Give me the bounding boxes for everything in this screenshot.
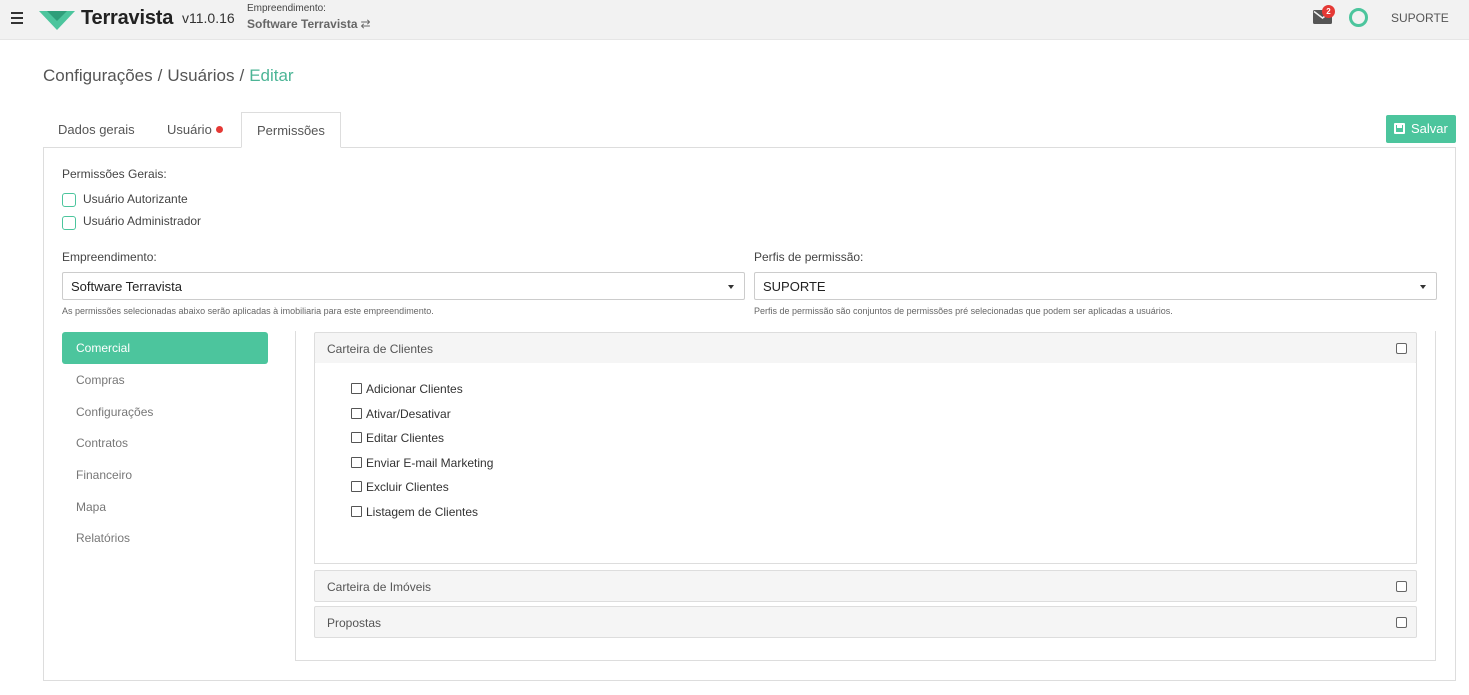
usuario-autorizante-label[interactable]: Usuário Autorizante <box>83 192 188 206</box>
app-name: Terravista <box>81 7 174 29</box>
floppy-disk-icon <box>1394 123 1405 134</box>
breadcrumb-configuracoes[interactable]: Configurações <box>43 66 153 85</box>
module-item-configuracoes[interactable]: Configurações <box>62 396 268 428</box>
tab-dados-gerais[interactable]: Dados gerais <box>43 112 150 148</box>
save-button-label: Salvar <box>1411 121 1448 136</box>
permission-enviar-email-marketing[interactable]: Enviar E-mail Marketing <box>351 456 493 470</box>
empreendimento-help-text: As permissões selecionadas abaixo serão … <box>62 306 434 316</box>
section-carteira-de-imoveis: Carteira de Imóveis <box>314 570 1417 602</box>
section-title: Propostas <box>327 616 382 630</box>
usuario-administrador-checkbox[interactable] <box>62 216 76 230</box>
breadcrumb-separator: / <box>157 66 163 85</box>
terravista-logo-icon <box>39 11 75 30</box>
empreendimento-label: Empreendimento: <box>247 3 326 14</box>
usuario-administrador-label[interactable]: Usuário Administrador <box>83 214 201 228</box>
perfil-select[interactable]: SUPORTE <box>754 272 1437 300</box>
breadcrumb-separator: / <box>239 66 245 85</box>
tab-usuario[interactable]: Usuário <box>152 112 238 148</box>
permission-ativar-desativar[interactable]: Ativar/Desativar <box>351 407 451 421</box>
section-select-all-checkbox[interactable] <box>1396 581 1407 592</box>
permission-label: Listagem de Clientes <box>366 505 479 519</box>
section-header[interactable]: Propostas <box>315 607 1416 637</box>
app-version: v11.0.16 <box>182 10 235 26</box>
module-item-compras[interactable]: Compras <box>62 364 268 396</box>
tab-label: Permissões <box>257 123 325 138</box>
permission-editar-clientes[interactable]: Editar Clientes <box>351 431 444 445</box>
section-propostas: Propostas <box>314 606 1417 638</box>
top-bar: Terravista v11.0.16 Empreendimento: Soft… <box>0 0 1469 40</box>
section-header[interactable]: Carteira de Imóveis <box>315 571 1416 601</box>
module-item-comercial[interactable]: Comercial <box>62 332 268 364</box>
empreendimento-select[interactable]: Software Terravista <box>62 272 745 300</box>
permission-excluir-clientes[interactable]: Excluir Clientes <box>351 480 449 494</box>
permission-label: Excluir Clientes <box>366 480 449 494</box>
permission-checkbox[interactable] <box>351 432 362 443</box>
permission-adicionar-clientes[interactable]: Adicionar Clientes <box>351 382 463 396</box>
permission-label: Ativar/Desativar <box>366 407 451 421</box>
empreendimento-name: Software Terravista <box>247 17 358 31</box>
empreendimento-select-value: Software Terravista <box>71 279 183 294</box>
general-permissions-title: Permissões Gerais: <box>62 167 167 181</box>
section-title: Carteira de Clientes <box>327 342 434 356</box>
permission-checkbox[interactable] <box>351 383 362 394</box>
permission-listagem-de-clientes[interactable]: Listagem de Clientes <box>351 505 478 519</box>
empreendimento-switcher[interactable]: Software Terravista ⇄ <box>247 17 371 31</box>
alert-dot-icon <box>215 126 223 133</box>
breadcrumb-current: Editar <box>249 66 294 85</box>
breadcrumb: Configurações / Usuários / Editar <box>43 66 294 86</box>
module-item-contratos[interactable]: Contratos <box>62 427 268 459</box>
permission-checkbox[interactable] <box>351 457 362 468</box>
breadcrumb-usuarios[interactable]: Usuários <box>167 66 234 85</box>
perfil-select-value: SUPORTE <box>763 279 826 294</box>
permission-checkbox[interactable] <box>351 481 362 492</box>
section-carteira-de-clientes: Carteira de Clientes <box>314 332 1417 364</box>
section-select-all-checkbox[interactable] <box>1396 617 1407 628</box>
section-title: Carteira de Imóveis <box>327 580 432 594</box>
permission-label: Adicionar Clientes <box>366 382 463 396</box>
tab-label: Dados gerais <box>58 122 135 137</box>
save-button[interactable]: Salvar <box>1386 115 1456 143</box>
section-select-all-checkbox[interactable] <box>1396 343 1407 354</box>
permission-checkbox[interactable] <box>351 506 362 517</box>
caret-down-icon <box>1420 285 1426 289</box>
module-item-mapa[interactable]: Mapa <box>62 491 268 523</box>
hamburger-icon[interactable] <box>11 12 23 24</box>
section-header[interactable]: Carteira de Clientes <box>315 333 1416 363</box>
notification-badge: 2 <box>1322 5 1335 18</box>
perfil-field-label: Perfis de permissão: <box>754 250 864 264</box>
usuario-autorizante-checkbox[interactable] <box>62 193 76 207</box>
switch-icon: ⇄ <box>360 17 371 31</box>
permission-label: Editar Clientes <box>366 431 445 445</box>
permission-label: Enviar E-mail Marketing <box>366 456 494 470</box>
online-status-icon[interactable] <box>1349 8 1368 27</box>
tab-permissoes[interactable]: Permissões <box>241 112 341 148</box>
empreendimento-field-label: Empreendimento: <box>62 250 157 264</box>
tab-label: Usuário <box>167 122 212 137</box>
module-item-relatorios[interactable]: Relatórios <box>62 522 268 554</box>
perfil-help-text: Perfis de permissão são conjuntos de per… <box>754 306 1173 316</box>
caret-down-icon <box>728 285 734 289</box>
permission-checkbox[interactable] <box>351 408 362 419</box>
user-menu[interactable]: SUPORTE <box>1391 11 1449 25</box>
module-item-financeiro[interactable]: Financeiro <box>62 459 268 491</box>
